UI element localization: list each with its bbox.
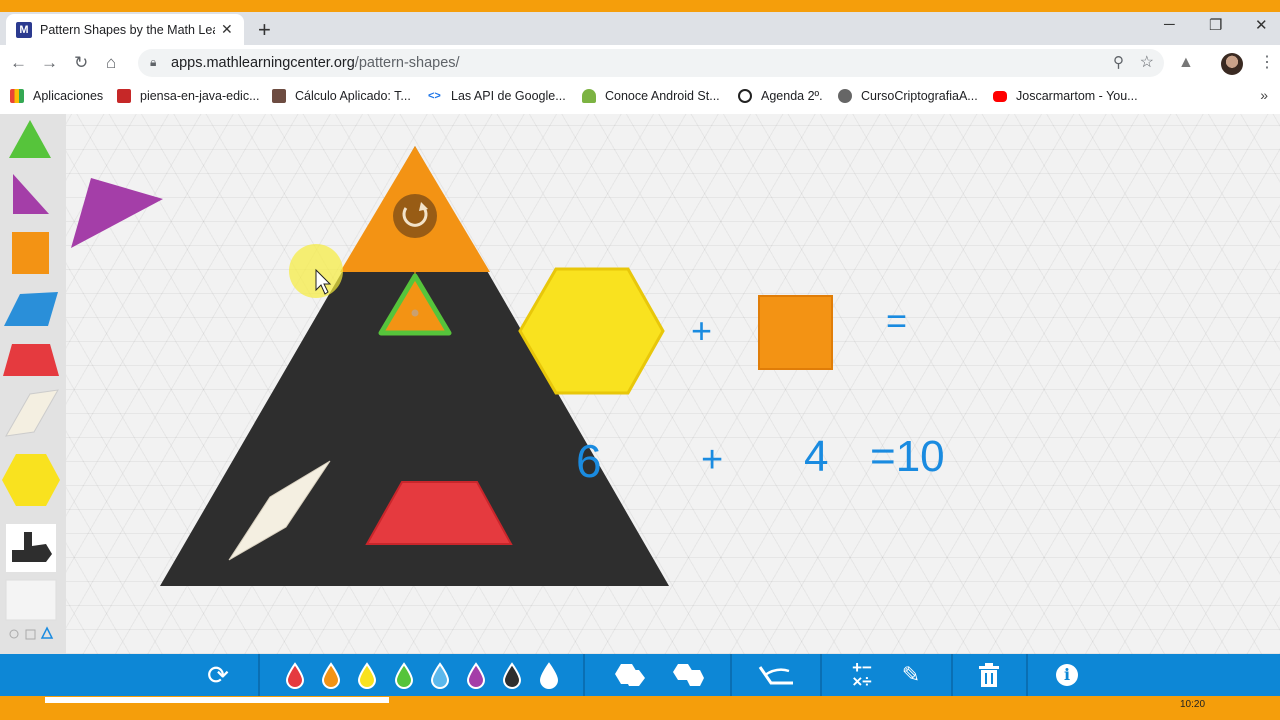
- result-ten: =10: [870, 432, 945, 481]
- back-icon[interactable]: ←: [10, 53, 27, 73]
- toolbar-divider: [1026, 654, 1028, 696]
- home-icon[interactable]: ⌂: [106, 53, 116, 73]
- number-six: 6: [576, 435, 602, 487]
- rotate-icon[interactable]: ⟳: [198, 654, 238, 696]
- bookmark-android[interactable]: Conoce Android St...: [582, 89, 720, 103]
- bottom-toolbar: ⟳ +− ×÷ ✎ i: [0, 654, 1280, 696]
- info-icon[interactable]: i: [1054, 654, 1080, 696]
- orange-drop-icon[interactable]: [321, 662, 341, 689]
- forward-icon[interactable]: →: [41, 53, 58, 73]
- palette-trapezoid[interactable]: [3, 344, 59, 376]
- apps-grid-icon: [10, 89, 24, 103]
- plus-sign-top: +: [691, 310, 713, 351]
- toolbar-divider: [258, 654, 260, 696]
- browser-chrome: M Pattern Shapes by the Math Lear ✕ + ─ …: [0, 12, 1280, 115]
- bookmark-label: piensa-en-java-edic...: [140, 89, 260, 103]
- minimize-icon[interactable]: ─: [1164, 16, 1175, 33]
- equals-sign-top: =: [886, 300, 908, 341]
- ungroup-icon[interactable]: [670, 662, 706, 688]
- tab-strip: M Pattern Shapes by the Math Lear ✕ + ─ …: [0, 12, 1280, 45]
- times-divide-glyph: ×÷: [852, 672, 872, 691]
- bookmark-cripto[interactable]: CursoCriptografiaA...: [838, 89, 978, 103]
- lock-icon: 🔒︎: [150, 55, 157, 69]
- window-border-top: [0, 0, 1280, 12]
- math-symbols-icon[interactable]: +− ×÷: [846, 654, 878, 696]
- black-drop-icon[interactable]: [502, 662, 522, 689]
- chart-icon: [272, 89, 286, 103]
- white-drop-icon[interactable]: [539, 662, 559, 689]
- red-drop-icon[interactable]: [285, 662, 305, 689]
- palette-square[interactable]: [12, 232, 49, 274]
- profile-avatar[interactable]: [1221, 53, 1243, 75]
- bookmark-agenda[interactable]: Agenda 2º.: [738, 89, 823, 103]
- book-icon: [117, 89, 131, 103]
- yellow-drop-icon[interactable]: [357, 662, 377, 689]
- number-four: 4: [804, 432, 829, 481]
- close-window-icon[interactable]: ✕: [1255, 16, 1268, 34]
- workspace-canvas[interactable]: [0, 114, 1280, 654]
- shape-palette: [0, 114, 66, 654]
- reload-icon[interactable]: ↻: [74, 53, 88, 73]
- bookmark-google-api[interactable]: <> Las API de Google...: [428, 89, 566, 103]
- rotate-handle[interactable]: [393, 194, 437, 238]
- restore-icon[interactable]: ❐: [1209, 16, 1222, 34]
- bookmark-label: Las API de Google...: [451, 89, 566, 103]
- orange-square[interactable]: [758, 295, 833, 370]
- taskbar-clock: 10:20: [1180, 699, 1206, 710]
- toolbar-divider: [820, 654, 822, 696]
- menu-kebab-icon[interactable]: ⋮: [1259, 52, 1275, 72]
- bookmark-java[interactable]: piensa-en-java-edic...: [117, 89, 260, 103]
- pencil-icon[interactable]: ✎: [896, 654, 926, 696]
- code-icon: <>: [428, 90, 441, 102]
- google-icon: [738, 89, 752, 103]
- bookmark-youtube[interactable]: Joscarmartom - You...: [993, 89, 1138, 103]
- bookmark-star-icon[interactable]: ☆: [1140, 52, 1154, 72]
- android-icon: [582, 89, 596, 103]
- new-tab-button[interactable]: +: [258, 17, 271, 43]
- green-drop-icon[interactable]: [394, 662, 414, 689]
- toolbar-divider: [951, 654, 953, 696]
- bookmark-label: Conoce Android St...: [605, 89, 720, 103]
- url-path: /pattern-shapes/: [354, 55, 460, 71]
- address-row: ← → ↻ ⌂ 🔒︎ apps.mathlearningcenter.org/p…: [0, 45, 1280, 81]
- background-grid-button[interactable]: [5, 579, 57, 621]
- pattern-shapes-workspace[interactable]: + = 6 + 4 =10: [0, 114, 1280, 654]
- taskbar-search[interactable]: [45, 697, 389, 703]
- color-drops: [285, 662, 559, 689]
- url-text: apps.mathlearningcenter.org/pattern-shap…: [171, 55, 460, 71]
- active-tab[interactable]: M Pattern Shapes by the Math Lear ✕: [6, 14, 244, 45]
- toolbar-divider: [583, 654, 585, 696]
- bookmark-apps[interactable]: Aplicaciones: [10, 89, 103, 103]
- toolbar-divider: [730, 654, 732, 696]
- zoom-icon[interactable]: ⚲: [1113, 53, 1124, 71]
- plus-sign-bottom: +: [701, 439, 724, 481]
- bookmark-calculo[interactable]: Cálculo Aplicado: T...: [272, 89, 411, 103]
- mlc-logo-icon: M: [16, 21, 32, 38]
- bookmarks-bar: Aplicaciones piensa-en-java-edic... Cálc…: [0, 81, 1280, 115]
- purple-drop-icon[interactable]: [466, 662, 486, 689]
- trash-icon[interactable]: [978, 663, 1000, 687]
- blue-drop-icon[interactable]: [430, 662, 450, 689]
- bookmark-label: Cálculo Aplicado: T...: [295, 89, 411, 103]
- pivot-dot: [411, 309, 419, 317]
- youtube-icon: [993, 90, 1007, 102]
- tab-title: Pattern Shapes by the Math Lear: [40, 22, 215, 37]
- globe-icon: [838, 89, 852, 103]
- bookmark-label: Joscarmartom - You...: [1016, 89, 1138, 103]
- bookmark-label: Agenda 2º.: [761, 89, 823, 103]
- protractor-icon[interactable]: [757, 663, 795, 687]
- bookmark-label: Aplicaciones: [33, 89, 104, 103]
- drive-icon[interactable]: ▲: [1178, 54, 1194, 72]
- info-glyph: i: [1056, 664, 1078, 686]
- more-bookmarks-icon[interactable]: »: [1260, 87, 1268, 103]
- bookmark-label: CursoCriptografiaA...: [861, 89, 978, 103]
- address-bar[interactable]: 🔒︎ apps.mathlearningcenter.org/pattern-s…: [138, 49, 1164, 77]
- purple-triangle[interactable]: [71, 178, 163, 248]
- url-host: apps.mathlearningcenter.org: [171, 55, 355, 71]
- group-icon[interactable]: [612, 662, 648, 688]
- close-tab-icon[interactable]: ✕: [221, 21, 233, 38]
